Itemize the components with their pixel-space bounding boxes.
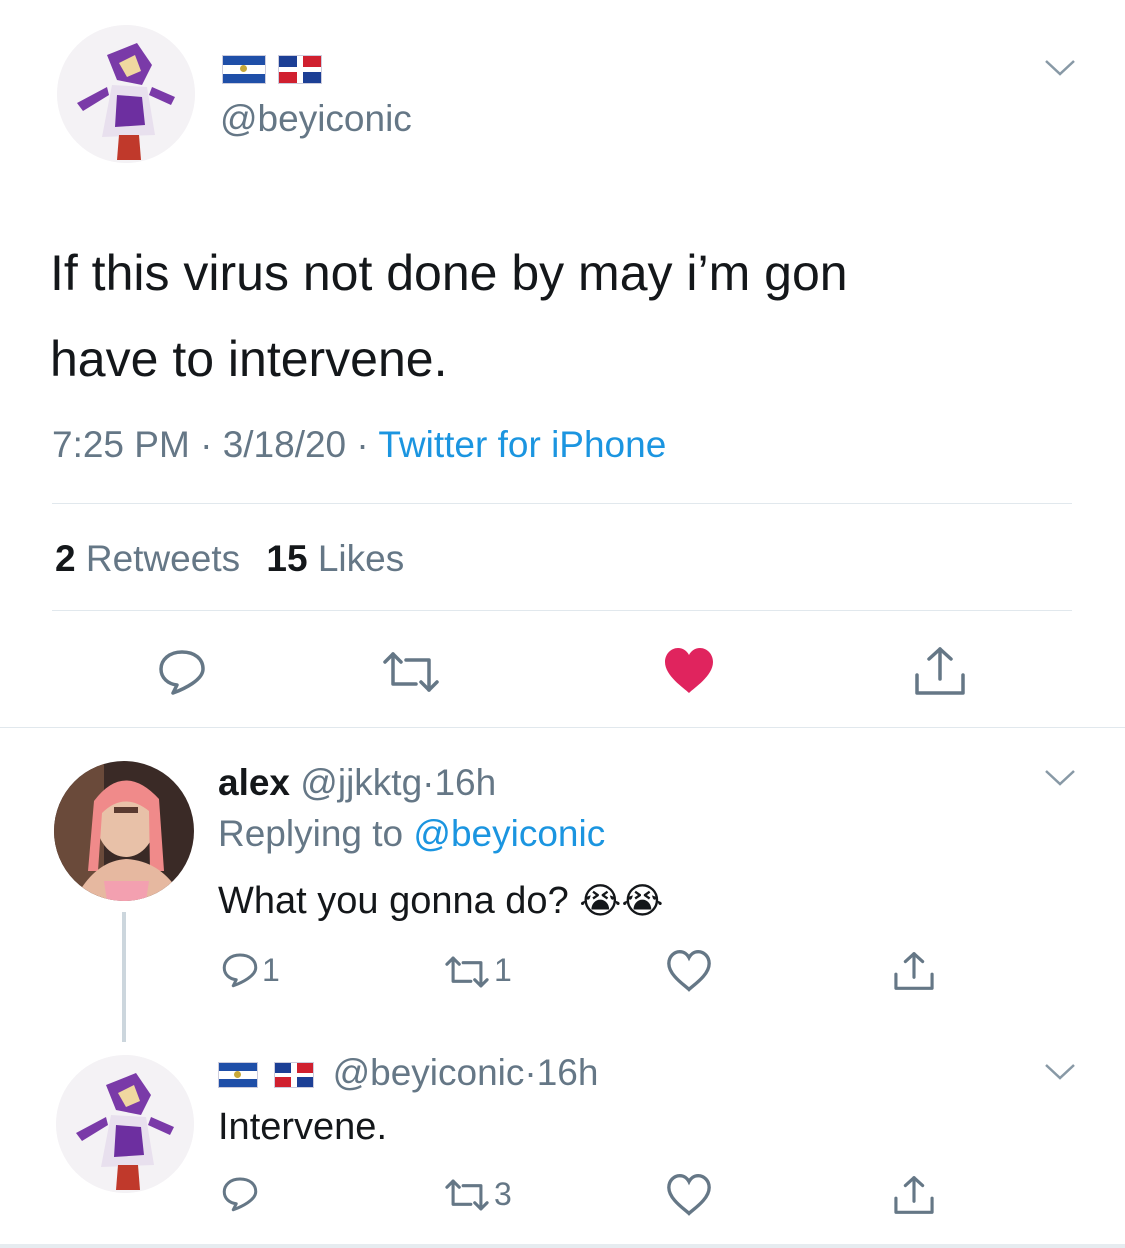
share-icon[interactable]	[892, 950, 936, 992]
avatar-illustration	[57, 25, 195, 163]
reply1-retweet-count: 1	[494, 952, 512, 988]
tweet-text-line-1: If this virus not done by may i’m gon	[50, 245, 848, 301]
meta-separator: ·	[200, 424, 213, 465]
heart-icon[interactable]	[666, 950, 712, 992]
replying-to-handle-link[interactable]: @beyiconic	[413, 813, 605, 854]
thread-connector-line	[122, 912, 126, 1042]
avatar-alex[interactable]	[54, 761, 194, 901]
reply1-text: What you gonna do? 😭😭	[218, 880, 663, 923]
avatar-illustration	[56, 1055, 194, 1193]
reply2-time: 16h	[536, 1052, 599, 1093]
chevron-down-icon[interactable]	[1043, 768, 1077, 788]
reply-icon[interactable]	[156, 648, 208, 696]
reply2-header: @beyiconic·16h	[218, 1052, 598, 1094]
tweet-stats: 2 Retweets 15 Likes	[55, 538, 404, 580]
dominican-flag-icon	[274, 1062, 315, 1089]
tweet-handle[interactable]: @beyiconic	[220, 98, 412, 140]
crying-emoji-icon: 😭😭	[579, 880, 664, 921]
retweet-icon[interactable]	[444, 955, 490, 989]
reply-icon[interactable]	[220, 1176, 260, 1212]
retweets-label: Retweets	[85, 538, 241, 579]
reply2-text: Intervene.	[218, 1106, 387, 1148]
reply-icon[interactable]	[220, 952, 260, 988]
tweet-source-link[interactable]: Twitter for iPhone	[378, 424, 666, 465]
tweet-date: 3/18/20	[222, 424, 347, 465]
divider	[52, 610, 1072, 611]
retweets-count: 2	[55, 538, 76, 579]
likes-stat[interactable]: 15 Likes	[266, 538, 404, 579]
chevron-down-icon[interactable]	[1043, 1062, 1077, 1082]
tweet-meta: 7:25 PM · 3/18/20 · Twitter for iPhone	[52, 424, 666, 466]
replying-to-label: Replying to	[218, 813, 404, 854]
reply1-separator: ·	[422, 762, 435, 803]
avatar-beyiconic[interactable]	[57, 25, 195, 163]
likes-label: Likes	[317, 538, 405, 579]
reply2-separator: ·	[524, 1052, 537, 1093]
retweet-icon[interactable]	[382, 650, 440, 694]
reply1-display-name[interactable]: alex	[218, 762, 290, 803]
meta-separator: ·	[356, 424, 369, 465]
heart-icon[interactable]	[662, 646, 716, 696]
reply1-time: 16h	[434, 762, 497, 803]
tweet-time: 7:25 PM	[52, 424, 190, 465]
reply1-reply-count: 1	[262, 952, 280, 988]
bottom-border	[0, 1244, 1125, 1248]
heart-icon[interactable]	[666, 1174, 712, 1216]
reply2-display-name-flags[interactable]	[218, 1052, 325, 1093]
chevron-down-icon[interactable]	[1043, 58, 1077, 78]
reply1-text-body: What you gonna do?	[218, 880, 569, 922]
retweets-stat[interactable]: 2 Retweets	[55, 538, 250, 579]
avatar-beyiconic[interactable]	[56, 1055, 194, 1193]
tweet-text-line-2: have to intervene.	[50, 331, 448, 387]
reply2-retweet-count: 3	[494, 1176, 512, 1212]
replying-to: Replying to @beyiconic	[218, 813, 605, 855]
share-icon[interactable]	[892, 1174, 936, 1216]
el-salvador-flag-icon	[222, 55, 266, 84]
likes-count: 15	[266, 538, 308, 579]
el-salvador-flag-icon	[218, 1062, 258, 1089]
divider	[0, 727, 1125, 728]
reply1-header: alex @jjkktg·16h	[218, 762, 496, 804]
display-name-flags[interactable]	[222, 55, 323, 84]
divider	[52, 503, 1072, 504]
avatar-photo	[54, 761, 194, 901]
share-icon[interactable]	[912, 645, 968, 697]
reply1-handle[interactable]: @jjkktg	[300, 762, 422, 803]
retweet-icon[interactable]	[444, 1178, 490, 1212]
tweet-text: If this virus not done by may i’m gon ha…	[50, 230, 848, 402]
dominican-flag-icon	[278, 55, 323, 84]
reply2-handle[interactable]: @beyiconic	[333, 1052, 525, 1093]
